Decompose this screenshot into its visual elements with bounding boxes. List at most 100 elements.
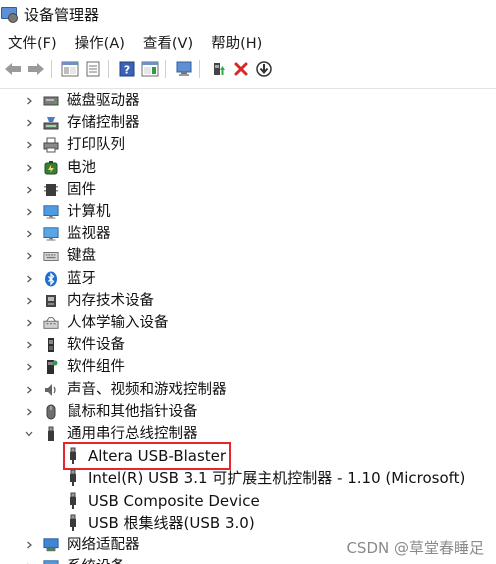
scan-hardware-icon[interactable] (174, 59, 194, 79)
toolbar-divider (199, 60, 200, 78)
network-adapter-icon (43, 537, 59, 553)
tree-node-label: USB Composite Device (88, 491, 260, 510)
usb-device-icon (65, 514, 81, 531)
tree-node-label: 系统设备 (67, 556, 125, 564)
chevron-down-icon[interactable] (24, 429, 34, 439)
tree-category-row[interactable]: 软件设备 (0, 334, 496, 356)
chevron-right-icon[interactable] (24, 407, 34, 417)
bluetooth-icon (43, 271, 59, 287)
tree-category-row[interactable]: 软件组件 (0, 356, 496, 378)
hid-icon (43, 315, 59, 331)
menu-action[interactable]: 操作(A) (73, 32, 127, 53)
chevron-right-icon[interactable] (24, 185, 34, 195)
tree-category-row[interactable]: 蓝牙 (0, 268, 496, 290)
mouse-icon (43, 404, 59, 420)
tree-category-row[interactable]: 电池 (0, 157, 496, 179)
chevron-right-icon[interactable] (24, 274, 34, 284)
tree-category-row[interactable]: 监视器 (0, 223, 496, 245)
monitor-icon (43, 226, 59, 242)
tree-node-label: 内存技术设备 (67, 292, 154, 309)
disk-drive-icon (43, 93, 59, 109)
watermark: CSDN @草堂春睡足 (346, 539, 484, 557)
tree-node-label: 键盘 (67, 248, 96, 265)
software-component-icon (43, 359, 59, 375)
toolbar-divider (165, 60, 166, 78)
system-device-icon (43, 559, 59, 564)
usb-device-row[interactable]: Intel(R) USB 3.1 可扩展主机控制器 - 1.10 (Micros… (0, 467, 496, 489)
chevron-right-icon[interactable] (24, 296, 34, 306)
tree-category-row[interactable]: 计算机 (0, 201, 496, 223)
chevron-right-icon[interactable] (24, 362, 34, 372)
device-tree: 磁盘驱动器存储控制器打印队列电池固件计算机监视器键盘蓝牙内存技术设备 人体学输入设… (0, 88, 496, 564)
tree-node-label: 软件组件 (67, 359, 125, 376)
firmware-icon (43, 182, 59, 198)
tree-node-label: 网络适配器 (67, 537, 140, 553)
chevron-right-icon[interactable] (24, 251, 34, 261)
tree-node-label: 人体学输入设备 (67, 315, 169, 331)
highlight-box (63, 442, 231, 471)
title-bar: 设备管理器 (0, 0, 496, 28)
tree-node-label: 磁盘驱动器 (67, 93, 140, 109)
chevron-right-icon[interactable] (24, 163, 34, 173)
tree-node-label: 蓝牙 (67, 270, 96, 287)
toolbar-divider (51, 60, 52, 78)
uninstall-icon[interactable] (231, 59, 251, 79)
tree-node-label: Intel(R) USB 3.1 可扩展主机控制器 - 1.10 (Micros… (88, 469, 466, 488)
storage-controller-icon (43, 115, 59, 131)
chevron-right-icon[interactable] (24, 229, 34, 239)
printer-icon (43, 137, 59, 153)
tree-category-row[interactable]: 鼠标和其他指针设备 (0, 401, 496, 423)
tree-node-label: 固件 (67, 181, 96, 198)
usb-device-row[interactable]: USB Composite Device (0, 490, 496, 512)
tree-category-row[interactable]: 磁盘驱动器 (0, 90, 496, 112)
usb-device-row[interactable]: USB 根集线器(USB 3.0) (0, 512, 496, 534)
tree-node-label: USB 根集线器(USB 3.0) (88, 513, 255, 532)
tree-category-row[interactable]: 人体学输入设备 (0, 312, 496, 334)
computer-icon (43, 204, 59, 220)
tree-node-label: 电池 (67, 159, 96, 176)
device-manager-app-icon (0, 5, 18, 23)
forward-arrow-icon[interactable] (26, 59, 46, 79)
device-manager-window: 设备管理器 文件(F) 操作(A) 查看(V) 帮助(H) ? 磁盘驱动器 存储… (0, 0, 496, 564)
chevron-right-icon[interactable] (24, 140, 34, 150)
disable-device-icon[interactable] (254, 59, 274, 79)
menu-help[interactable]: 帮助(H) (209, 32, 264, 53)
tree-node-label: 声音、视频和游戏控制器 (67, 381, 227, 398)
tree-node-label: 软件设备 (67, 337, 125, 354)
tree-category-row[interactable]: 内存技术设备 (0, 290, 496, 312)
toolbar-divider (108, 60, 109, 78)
chevron-right-icon[interactable] (24, 318, 34, 328)
chevron-right-icon[interactable] (24, 96, 34, 106)
tree-category-row[interactable]: 打印队列 (0, 134, 496, 156)
chevron-right-icon[interactable] (24, 340, 34, 350)
chevron-right-icon[interactable] (24, 385, 34, 395)
tree-node-label: 监视器 (67, 226, 111, 243)
tree-category-row[interactable]: 键盘 (0, 245, 496, 267)
window-title: 设备管理器 (24, 5, 100, 24)
keyboard-icon (43, 248, 59, 264)
chevron-right-icon[interactable] (24, 207, 34, 217)
tree-node-label: 鼠标和其他指针设备 (67, 403, 198, 420)
tree-category-row[interactable]: 存储控制器 (0, 112, 496, 134)
properties-icon[interactable] (83, 59, 103, 79)
menu-bar: 文件(F) 操作(A) 查看(V) 帮助(H) (0, 30, 496, 54)
back-arrow-icon[interactable] (3, 59, 23, 79)
tree-category-row[interactable]: 固件 (0, 179, 496, 201)
usb-device-icon (65, 469, 81, 487)
action-pane-icon[interactable] (140, 59, 160, 79)
chevron-right-icon[interactable] (24, 540, 34, 550)
tree-category-row[interactable]: 声音、视频和游戏控制器 (0, 379, 496, 401)
console-tree-icon[interactable] (60, 59, 80, 79)
menu-view[interactable]: 查看(V) (141, 32, 195, 53)
toolbar: ? (0, 57, 496, 81)
menu-file[interactable]: 文件(F) (6, 32, 59, 53)
battery-icon (43, 160, 59, 176)
usb-device-icon (65, 492, 81, 509)
chevron-right-icon[interactable] (24, 118, 34, 128)
update-driver-icon[interactable] (208, 59, 228, 79)
tree-node-label: 打印队列 (67, 137, 125, 154)
help-icon[interactable]: ? (117, 59, 137, 79)
software-device-icon (43, 337, 59, 353)
memory-device-icon (43, 293, 59, 309)
tree-node-label: 存储控制器 (67, 115, 140, 132)
